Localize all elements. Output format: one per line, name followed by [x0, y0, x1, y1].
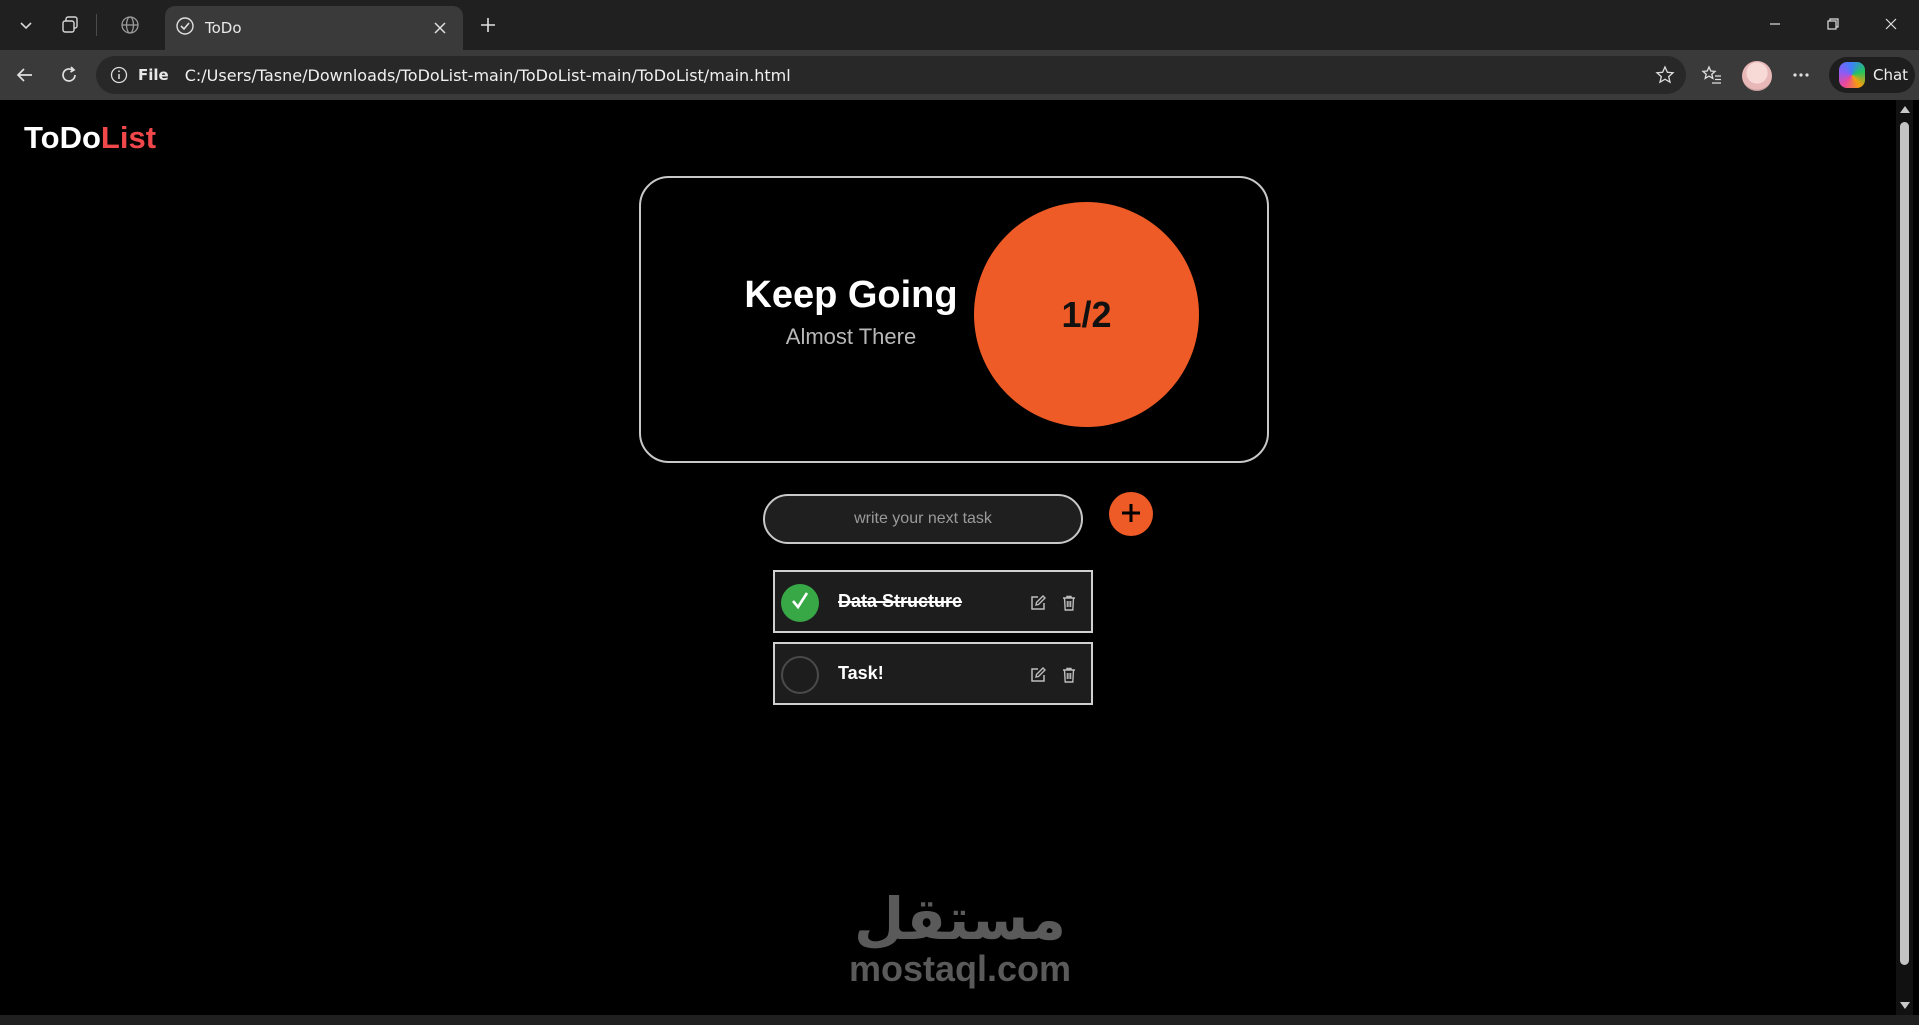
task-item: Task! — [773, 642, 1093, 705]
scroll-thumb[interactable] — [1900, 122, 1909, 965]
progress-card: Keep Going Almost There 1/2 — [639, 176, 1269, 463]
profile-avatar[interactable] — [1742, 61, 1772, 91]
chat-label: Chat — [1873, 66, 1909, 84]
logo-list-text: List — [100, 120, 157, 155]
app-logo: ToDoList — [24, 120, 156, 156]
vertical-scrollbar[interactable] — [1896, 100, 1913, 1015]
back-arrow-icon[interactable] — [8, 59, 42, 91]
task-input[interactable] — [763, 494, 1083, 544]
task-checkbox-checked[interactable] — [781, 584, 819, 622]
edit-icon[interactable] — [1027, 664, 1049, 686]
trash-icon[interactable] — [1058, 664, 1080, 686]
restore-icon[interactable] — [1805, 8, 1861, 40]
url-scheme-label: File — [138, 66, 169, 84]
edit-icon[interactable] — [1027, 592, 1049, 614]
close-window-icon[interactable] — [1863, 8, 1919, 40]
browser-tab-bar: ToDo — [0, 0, 1919, 50]
workspaces-icon[interactable] — [50, 10, 90, 40]
minimize-icon[interactable] — [1747, 8, 1803, 40]
trash-icon[interactable] — [1058, 592, 1080, 614]
watermark-arabic: مستقل — [853, 885, 1067, 953]
task-text: Data Structure — [838, 591, 963, 611]
progress-subtitle: Almost There — [785, 324, 917, 349]
tab-close-icon[interactable] — [425, 13, 455, 43]
watermark-latin: mostaql.com — [848, 948, 1072, 989]
address-bar[interactable]: File C:/Users/Tasne/Downloads/ToDoList-m… — [96, 56, 1686, 94]
copilot-icon — [1839, 62, 1865, 88]
task-text: Task! — [838, 663, 884, 683]
refresh-icon[interactable] — [52, 59, 86, 91]
mostaql-watermark: مستقل mostaql.com — [840, 888, 1080, 988]
task-checkbox-unchecked[interactable] — [781, 656, 819, 694]
new-tab-plus-icon[interactable] — [470, 10, 506, 40]
tab-todo[interactable]: ToDo — [165, 6, 463, 50]
plus-icon — [1119, 501, 1143, 528]
add-task-button[interactable] — [1109, 492, 1153, 536]
progress-title: Keep Going — [744, 274, 958, 316]
progress-circle: 1/2 — [974, 202, 1199, 427]
more-options-icon[interactable] — [1784, 59, 1818, 91]
favorites-list-icon[interactable] — [1695, 59, 1729, 91]
check-icon — [788, 589, 812, 617]
scroll-down-arrow-icon[interactable] — [1900, 1002, 1910, 1009]
favorite-star-icon[interactable] — [1650, 60, 1680, 90]
info-icon[interactable] — [108, 64, 130, 86]
page-viewport: ToDoList Keep Going Almost There 1/2 Dat… — [6, 100, 1896, 1015]
globe-icon[interactable] — [110, 10, 150, 40]
tab-title: ToDo — [205, 19, 242, 37]
url-text[interactable]: C:/Users/Tasne/Downloads/ToDoList-main/T… — [185, 66, 1650, 85]
progress-count: 1/2 — [1061, 293, 1112, 335]
window-bottom-edge — [0, 1015, 1919, 1025]
copilot-chat-button[interactable]: Chat — [1829, 57, 1915, 93]
browser-toolbar: File C:/Users/Tasne/Downloads/ToDoList-m… — [0, 50, 1919, 100]
tab-favicon-check-icon — [175, 16, 195, 40]
tab-separator — [96, 14, 97, 36]
scroll-up-arrow-icon[interactable] — [1900, 106, 1910, 113]
tab-actions-chevron-icon[interactable] — [6, 10, 46, 40]
task-item: Data Structure — [773, 570, 1093, 633]
logo-todo-text: ToDo — [24, 120, 101, 155]
